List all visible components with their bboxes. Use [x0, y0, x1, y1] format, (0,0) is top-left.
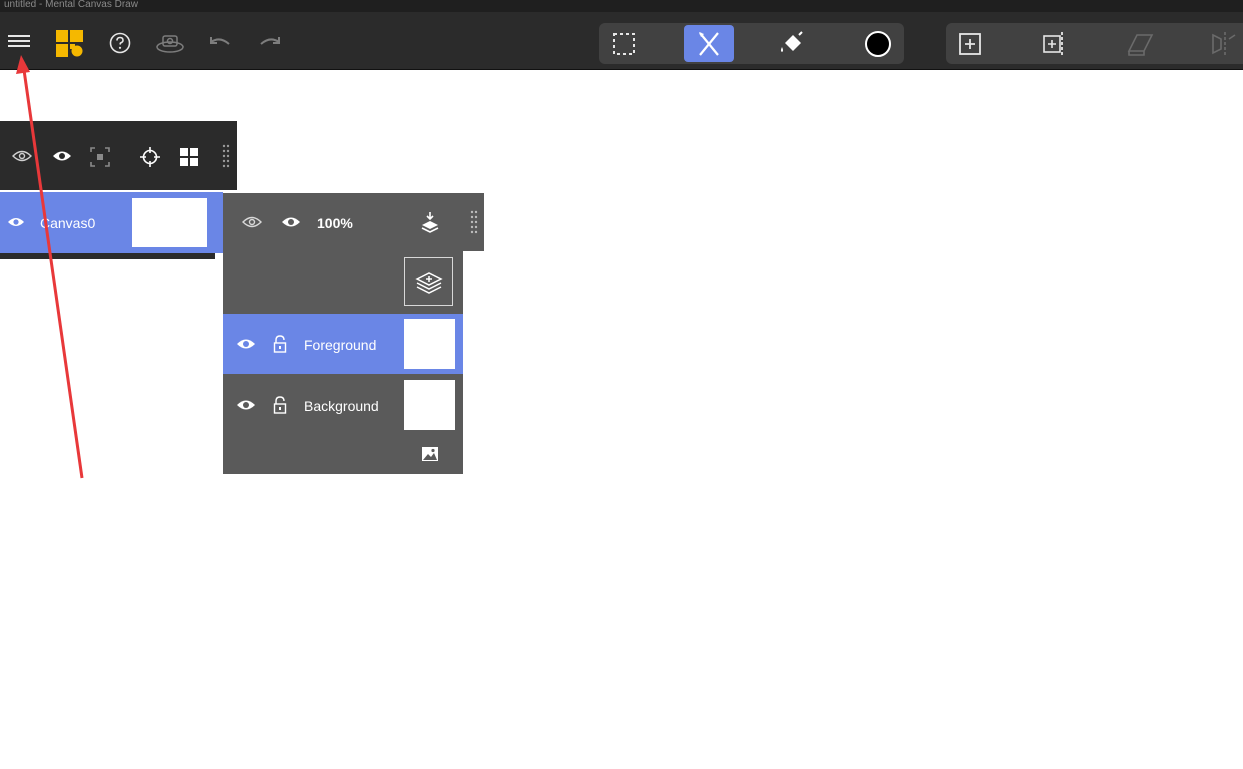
drag-handle-icon: [222, 144, 230, 168]
layer-panel: Foreground Background: [223, 251, 463, 474]
draw-tool-icon: [699, 31, 719, 56]
fill-tool-button[interactable]: [775, 23, 811, 64]
menu-button[interactable]: [4, 26, 34, 56]
canvas-name: Canvas0: [40, 215, 96, 231]
focus-icon: [90, 147, 110, 167]
layer-panel-drag-handle[interactable]: [468, 209, 480, 237]
eye-icon: [237, 400, 255, 410]
canvas-panel-header: [0, 121, 237, 190]
help-icon: [109, 32, 131, 54]
grid-icon: [180, 148, 198, 166]
layer-visibility-toggle-button[interactable]: [241, 214, 263, 230]
crosshair-icon: [140, 147, 160, 167]
layer-visibility-button[interactable]: [235, 397, 257, 413]
canvas-group: [946, 23, 1243, 64]
focus-button[interactable]: [89, 146, 111, 168]
app-logo-button[interactable]: [54, 28, 84, 58]
layer-thumbnail: [404, 319, 455, 369]
eye-icon: [282, 217, 300, 227]
camera-view-icon: [156, 35, 184, 53]
plane-icon: [1127, 33, 1154, 56]
layer-row-foreground[interactable]: Foreground: [223, 314, 463, 374]
add-layer-button[interactable]: [404, 257, 453, 306]
canvas-panel-drag-handle[interactable]: [220, 143, 232, 171]
crosshair-button[interactable]: [138, 145, 162, 169]
draw-tool-button[interactable]: [684, 25, 734, 62]
fill-bucket-icon: [781, 30, 803, 52]
image-icon: [422, 447, 438, 461]
undo-button[interactable]: [206, 30, 234, 56]
annotation-arrow: [16, 55, 84, 479]
camera-view-button[interactable]: [154, 29, 186, 57]
merge-down-button[interactable]: [419, 210, 441, 234]
layer-lock-button[interactable]: [272, 395, 288, 415]
layer-lock-button[interactable]: [272, 334, 288, 354]
mirror-icon: [1212, 31, 1236, 56]
drag-handle-icon: [470, 210, 478, 234]
visibility-toggle-button[interactable]: [10, 146, 34, 166]
merge-down-icon: [421, 212, 439, 233]
eye-icon: [237, 339, 255, 349]
main-toolbar: [0, 12, 1243, 70]
color-swatch-button[interactable]: [861, 23, 895, 64]
grid-view-button[interactable]: [178, 146, 200, 168]
background-image-button[interactable]: [421, 446, 439, 462]
layer-visibility-button[interactable]: [235, 336, 257, 352]
split-canvas-button[interactable]: [1038, 23, 1072, 64]
show-all-button[interactable]: [50, 146, 74, 166]
layer-thumbnail: [404, 380, 455, 430]
canvas-list-item[interactable]: Canvas0: [0, 192, 223, 253]
layer-row-background[interactable]: Background: [223, 375, 463, 435]
canvas-thumbnail: [132, 198, 207, 247]
layer-panel-header: 100%: [223, 193, 484, 251]
visibility-toggle-icon: [12, 150, 32, 162]
unlock-icon: [273, 396, 287, 414]
selection-tool-button[interactable]: [607, 23, 641, 64]
tool-group: [599, 23, 904, 64]
add-canvas-icon: [959, 32, 981, 55]
split-canvas-icon: [1043, 31, 1063, 56]
add-layer-icon: [414, 271, 443, 294]
selection-tool-icon: [613, 32, 635, 55]
color-swatch: [865, 30, 891, 57]
add-canvas-button[interactable]: [954, 23, 986, 64]
canvas-panel-footer: [0, 253, 215, 259]
menu-icon: [8, 35, 30, 47]
unlock-icon: [273, 335, 287, 353]
plane-button[interactable]: [1122, 23, 1158, 64]
redo-button[interactable]: [256, 30, 284, 56]
app-logo-icon: [55, 29, 83, 57]
undo-icon: [210, 37, 230, 45]
canvas-visibility-button[interactable]: [6, 214, 26, 230]
redo-icon: [260, 37, 280, 45]
layer-name: Background: [304, 398, 379, 414]
layer-show-all-button[interactable]: [280, 214, 302, 230]
eye-icon: [8, 218, 24, 226]
eye-icon: [53, 151, 71, 161]
window-title: untitled - Mental Canvas Draw: [0, 0, 1243, 12]
visibility-toggle-icon: [242, 216, 262, 228]
layer-opacity-value[interactable]: 100%: [317, 215, 353, 231]
layer-name: Foreground: [304, 337, 377, 353]
mirror-button[interactable]: [1206, 23, 1240, 64]
help-button[interactable]: [106, 29, 134, 57]
